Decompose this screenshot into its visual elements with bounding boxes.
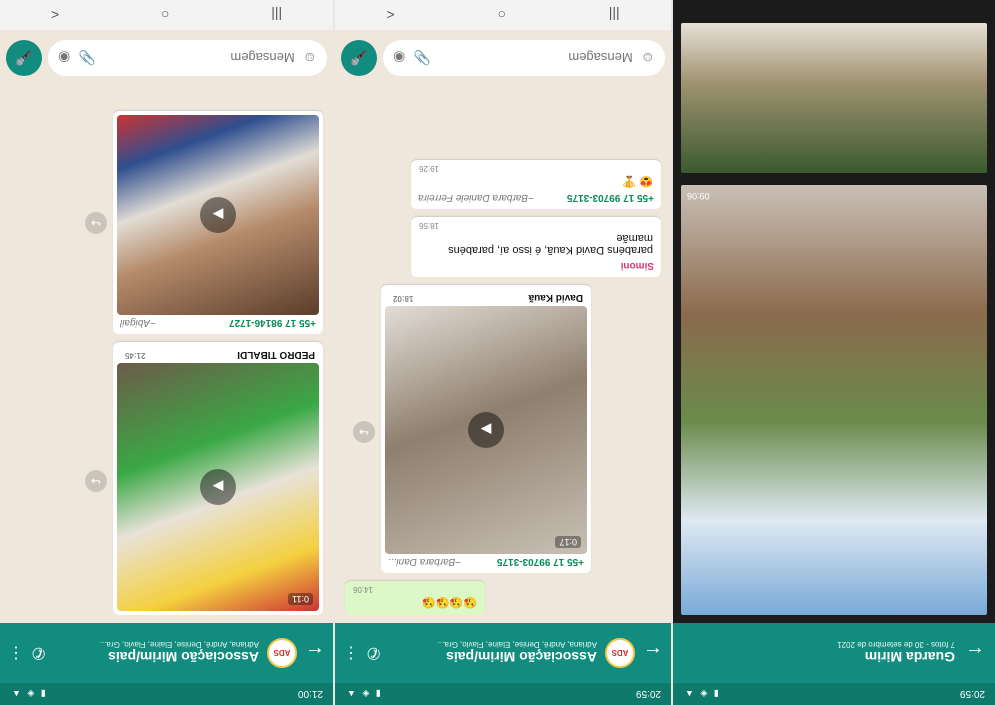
text-message[interactable]: Simoni parabéns David Kauã, é isso aí, p… — [411, 217, 661, 277]
message-list: 0:11 ▶ PEDRO TIBALDI 21:45 ↪ +55 17 9814… — [0, 92, 333, 623]
back-nav-icon[interactable]: < — [386, 7, 394, 23]
play-icon[interactable]: ▶ — [200, 197, 236, 233]
sender-phone: +55 17 99703-3175 — [566, 192, 654, 203]
gallery-photo[interactable]: 09:06 — [681, 185, 987, 615]
chat-panel: 21:00 ▮ ◈ ▲ ← ADS Associação Mirim/pais … — [0, 0, 333, 705]
forward-icon[interactable]: ↪ — [85, 211, 107, 234]
status-bar: 21:00 ▮ ◈ ▲ — [0, 683, 333, 705]
emoji-icon[interactable]: ☺ — [303, 50, 317, 66]
camera-icon[interactable]: ◉ — [393, 50, 405, 67]
attach-icon[interactable]: 📎 — [413, 50, 430, 67]
video-message[interactable]: 0:11 ▶ PEDRO TIBALDI 21:45 ↪ — [85, 342, 323, 615]
forward-icon[interactable]: ↪ — [85, 470, 107, 493]
group-members: Adriana, André, Denise, Elaine, Flavio, … — [99, 640, 259, 650]
message-time: 14:06 — [353, 585, 374, 594]
group-name: Associação Mirim/pais — [446, 649, 597, 666]
sender-name: ~Abigail — [120, 317, 156, 328]
status-bar: 20:59 ▮ ◈ ▲ — [335, 683, 671, 705]
message-sender: +55 17 99703-3175 ~Barbara Dani... — [385, 554, 587, 569]
back-arrow-icon[interactable]: ← — [305, 642, 325, 664]
chat-header: ← ADS Associação Mirim/pais Adriana, And… — [335, 623, 671, 683]
message-sender: +55 17 99703-3175 ~Barbara Daniele Ferre… — [415, 190, 657, 205]
gallery-title-block: Guarda Mirim 7 fotos - 30 de setembro de… — [683, 641, 955, 666]
microphone-icon[interactable]: 🎤 — [6, 40, 42, 76]
message-sender: +55 17 98146-1727 ~Abigail — [117, 315, 319, 330]
video-caption: PEDRO TIBALDI — [237, 349, 315, 360]
back-nav-icon[interactable]: < — [51, 7, 59, 23]
gallery-header: ← Guarda Mirim 7 fotos - 30 de setembro … — [673, 623, 995, 683]
group-name: Associação Mirim/pais — [108, 649, 259, 666]
message-input[interactable] — [438, 50, 633, 66]
home-icon[interactable]: ○ — [161, 7, 169, 23]
status-icons: ▮ ◈ ▲ — [683, 689, 719, 700]
chat-panel: 20:59 ▮ ◈ ▲ ← ADS Associação Mirim/pais … — [335, 0, 671, 705]
video-message[interactable]: +55 17 99703-3175 ~Barbara Dani... 0:17 … — [353, 285, 591, 573]
message-input-box[interactable]: ☺ 📎 ◉ — [48, 40, 327, 76]
message-list: 😘😘😘😘 14:06 +55 17 99703-3175 ~Barbara Da… — [335, 92, 671, 623]
group-avatar[interactable]: ADS — [605, 638, 635, 668]
message-time: 21:45 — [125, 351, 146, 360]
camera-icon[interactable]: ◉ — [58, 50, 70, 67]
back-arrow-icon[interactable]: ← — [965, 642, 985, 664]
message-input-box[interactable]: ☺ 📎 ◉ — [383, 40, 665, 76]
recent-apps-icon[interactable]: ||| — [271, 7, 282, 23]
play-icon[interactable]: ▶ — [468, 412, 504, 448]
video-caption-row: PEDRO TIBALDI 21:45 — [117, 346, 319, 363]
play-icon[interactable]: ▶ — [200, 469, 236, 505]
message-time: 18:56 — [419, 221, 440, 230]
message-sender: Simoni — [620, 260, 654, 271]
call-icon[interactable]: ✆ — [367, 643, 380, 663]
home-icon[interactable]: ○ — [497, 7, 505, 23]
microphone-icon[interactable]: 🎤 — [341, 40, 377, 76]
message-time: 19:26 — [419, 164, 440, 173]
group-members: Adriana, André, Denise, Elaine, Flavio, … — [437, 640, 597, 650]
more-options-icon[interactable]: ⋮ — [343, 643, 359, 663]
message-composer: ☺ 📎 ◉ 🎤 — [341, 38, 665, 78]
android-nav-bar: ||| ○ < — [335, 0, 671, 30]
outgoing-message[interactable]: 😘😘😘😘 14:06 — [345, 581, 485, 615]
video-caption: David Kauã — [528, 292, 583, 303]
video-thumbnail[interactable]: 0:11 ▶ — [117, 363, 319, 611]
video-duration: 0:11 — [288, 593, 313, 605]
status-icons: ▮ ◈ ▲ — [345, 689, 381, 700]
status-time: 21:00 — [297, 688, 323, 700]
call-icon[interactable]: ✆ — [32, 643, 45, 663]
message-time: 18:02 — [393, 294, 414, 303]
video-caption-row: David Kauã 18:02 — [385, 289, 587, 306]
photo-time: 09:06 — [687, 191, 710, 201]
video-message[interactable]: +55 17 98146-1727 ~Abigail ▶ ↪ — [85, 111, 323, 334]
video-duration: 0:17 — [555, 536, 581, 548]
sender-name: ~Barbara Daniele Ferreira — [418, 192, 534, 203]
emoji-message[interactable]: +55 17 99703-3175 ~Barbara Daniele Ferre… — [411, 160, 661, 209]
chat-title-block[interactable]: Associação Mirim/pais Adriana, André, De… — [53, 641, 259, 666]
chat-header: ← ADS Associação Mirim/pais Adriana, And… — [0, 623, 333, 683]
status-bar: 20:59 ▮ ◈ ▲ — [673, 683, 995, 705]
gallery-panel: 20:59 ▮ ◈ ▲ ← Guarda Mirim 7 fotos - 30 … — [673, 0, 995, 705]
sender-phone: +55 17 99703-3175 — [496, 556, 584, 567]
emoji-text: 😍 🏆 — [622, 175, 653, 187]
chat-title-block[interactable]: Associação Mirim/pais Adriana, André, De… — [388, 641, 597, 666]
status-time: 20:59 — [959, 688, 985, 700]
recent-apps-icon[interactable]: ||| — [609, 7, 620, 23]
message-text: parabéns David Kauã, é isso aí, parabéns… — [448, 232, 653, 256]
video-thumbnail[interactable]: ▶ — [117, 115, 319, 315]
video-thumbnail[interactable]: 0:17 ▶ — [385, 306, 587, 554]
more-options-icon[interactable]: ⋮ — [8, 643, 24, 663]
sender-phone: +55 17 98146-1727 — [228, 317, 316, 328]
status-time: 20:59 — [635, 688, 661, 700]
gallery-photo[interactable] — [681, 23, 987, 173]
android-nav-bar: ||| ○ < — [0, 0, 333, 30]
gallery-title: Guarda Mirim — [864, 649, 955, 666]
message-composer: ☺ 📎 ◉ 🎤 — [6, 38, 327, 78]
attach-icon[interactable]: 📎 — [78, 50, 95, 67]
message-input[interactable] — [103, 50, 295, 66]
back-arrow-icon[interactable]: ← — [643, 642, 663, 664]
gallery-subtitle: 7 fotos - 30 de setembro de 2021 — [837, 640, 955, 650]
group-avatar[interactable]: ADS — [267, 638, 297, 668]
status-icons: ▮ ◈ ▲ — [10, 689, 46, 700]
emoji-text: 😘😘😘😘 — [422, 596, 477, 608]
emoji-icon[interactable]: ☺ — [641, 50, 655, 66]
sender-name: ~Barbara Dani... — [388, 556, 462, 567]
forward-icon[interactable]: ↪ — [353, 421, 375, 444]
